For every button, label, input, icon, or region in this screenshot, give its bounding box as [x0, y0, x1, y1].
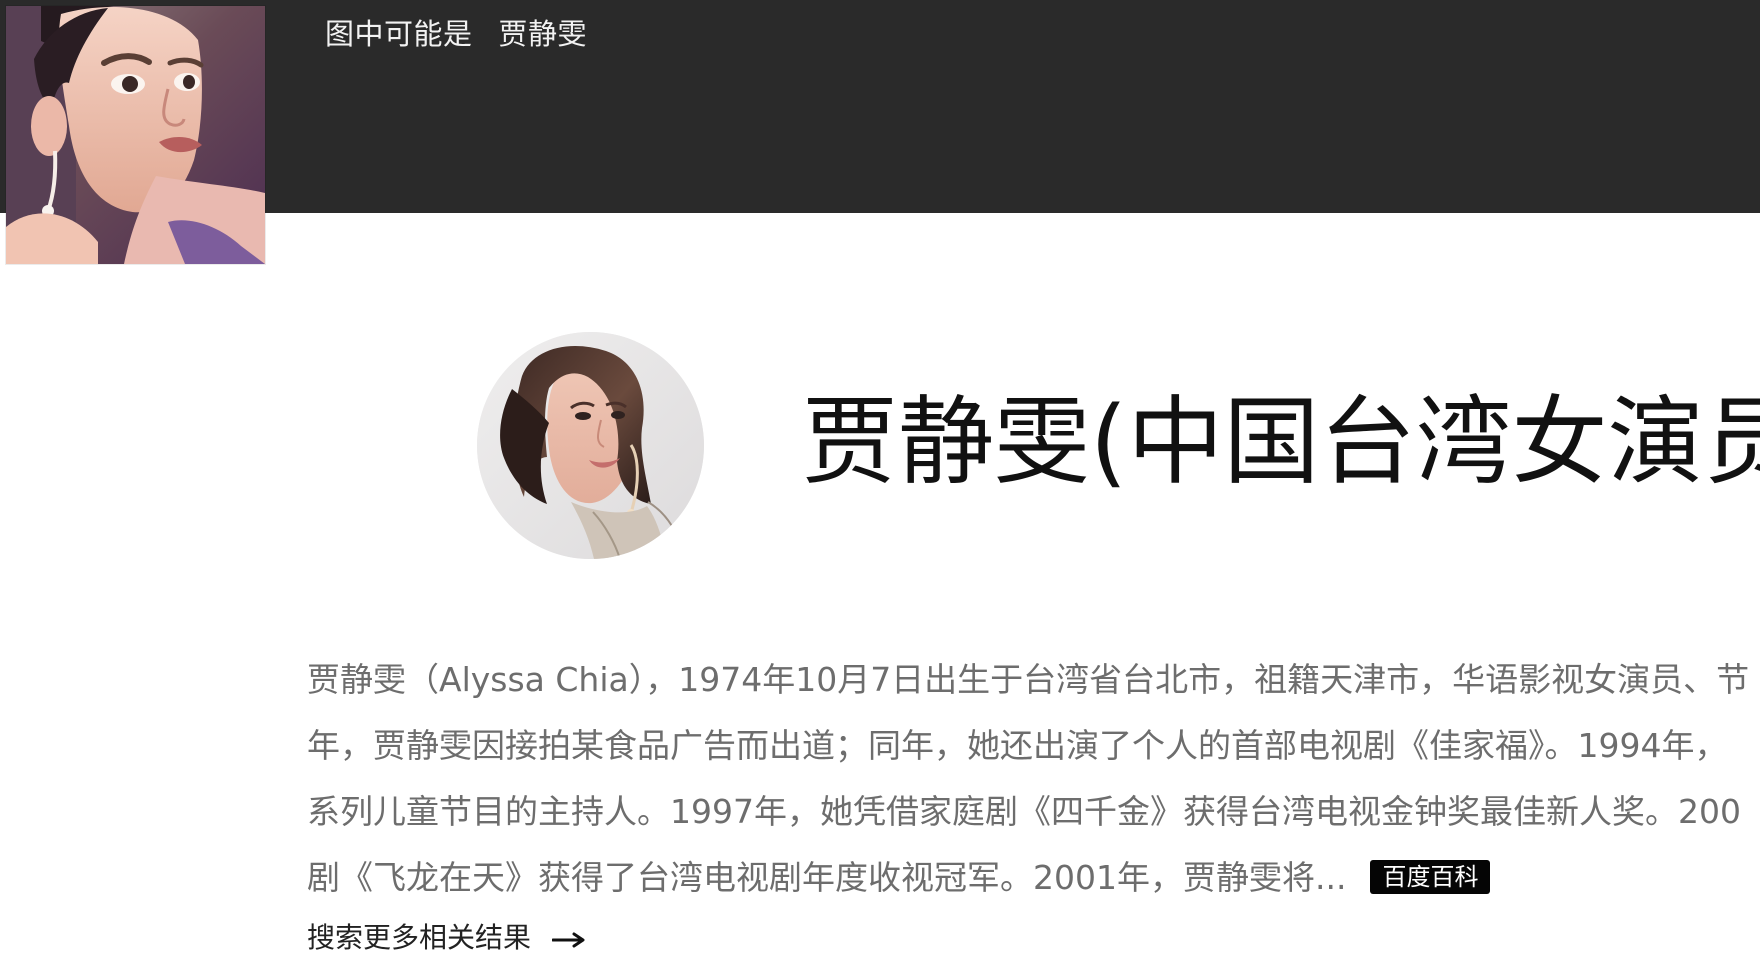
recognized-person-name[interactable]: 贾静雯 — [499, 17, 588, 51]
search-more-label: 搜索更多相关结果 — [307, 921, 532, 954]
entity-title[interactable]: 贾静雯(中国台湾女演员、 — [802, 387, 1760, 497]
page: 图中可能是 贾静雯 贾静雯(中国台湾女演员 贾静雯（Alyssa Chia），1… — [0, 0, 1760, 958]
summary-line-1: 贾静雯（Alyssa Chia），1974年10月7日出生于台湾省台北市，祖籍天… — [307, 660, 1750, 699]
entity-summary: 贾静雯（Alyssa Chia），1974年10月7日出生于台湾省台北市，祖籍天… — [307, 647, 1760, 911]
summary-line-4: 剧《飞龙在天》获得了台湾电视剧年度收视冠军。2001年，贾静雯将... 百度百科 — [307, 845, 1760, 911]
recognition-result: 图中可能是 贾静雯 — [325, 16, 587, 52]
baike-source-badge[interactable]: 百度百科 — [1370, 860, 1491, 894]
person-avatar-art — [477, 332, 704, 559]
summary-line-2: 年，贾静雯因接拍某食品广告而出道；同年，她还出演了个人的首部电视剧《佳家福》。1… — [307, 726, 1728, 765]
recognition-label: 图中可能是 — [325, 17, 473, 51]
person-avatar[interactable] — [477, 332, 704, 559]
summary-line-3: 系列儿童节目的主持人。1997年，她凭借家庭剧《四千金》获得台湾电视金钟奖最佳新… — [307, 792, 1741, 831]
query-image[interactable] — [6, 6, 265, 264]
search-more-link[interactable]: 搜索更多相关结果 — [307, 920, 586, 956]
query-image-art — [6, 6, 265, 264]
right-arrow-icon — [551, 932, 585, 948]
summary-line-4-text: 剧《飞龙在天》获得了台湾电视剧年度收视冠军。2001年，贾静雯将... — [307, 858, 1347, 897]
